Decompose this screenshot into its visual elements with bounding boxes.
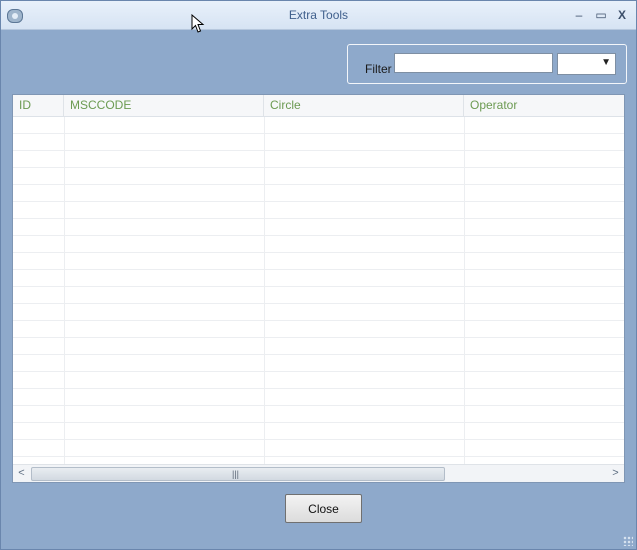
table-row[interactable] xyxy=(13,287,624,304)
grid-header: ID MSCCODE Circle Operator xyxy=(13,95,624,117)
table-row[interactable] xyxy=(13,236,624,253)
table-row[interactable] xyxy=(13,151,624,168)
column-divider xyxy=(264,117,265,464)
close-window-button[interactable]: X xyxy=(613,6,631,24)
table-row[interactable] xyxy=(13,389,624,406)
table-row[interactable] xyxy=(13,185,624,202)
table-row[interactable] xyxy=(13,440,624,457)
filter-input[interactable] xyxy=(394,53,553,73)
scroll-left-icon[interactable]: < xyxy=(13,465,30,482)
table-row[interactable] xyxy=(13,355,624,372)
column-divider xyxy=(64,117,65,464)
extra-tools-window: Extra Tools – ▭ X Filter ▼ ID MSCCODE Ci… xyxy=(0,0,637,550)
chevron-down-icon[interactable]: ▼ xyxy=(601,57,611,68)
table-row[interactable] xyxy=(13,321,624,338)
table-row[interactable] xyxy=(13,168,624,185)
column-header-circle[interactable]: Circle xyxy=(264,95,464,116)
mouse-pointer-icon xyxy=(191,14,205,33)
table-row[interactable] xyxy=(13,304,624,321)
scroll-right-icon[interactable]: > xyxy=(607,465,624,482)
scrollbar-thumb[interactable]: ||| xyxy=(31,467,445,481)
close-button[interactable]: Close xyxy=(285,494,362,523)
table-row[interactable] xyxy=(13,372,624,389)
resize-grip-icon[interactable] xyxy=(623,536,633,546)
filter-group: Filter ▼ xyxy=(347,44,627,84)
minimize-button[interactable]: – xyxy=(570,6,588,24)
grid-body[interactable] xyxy=(13,117,624,462)
window-title: Extra Tools xyxy=(288,8,349,22)
grip-icon: ||| xyxy=(232,469,240,479)
table-row[interactable] xyxy=(13,406,624,423)
table-row[interactable] xyxy=(13,134,624,151)
column-divider xyxy=(464,117,465,464)
table-row[interactable] xyxy=(13,117,624,134)
maximize-button[interactable]: ▭ xyxy=(592,6,610,24)
filter-label: Filter xyxy=(365,62,392,76)
table-row[interactable] xyxy=(13,338,624,355)
table-row[interactable] xyxy=(13,253,624,270)
table-row[interactable] xyxy=(13,270,624,287)
table-row[interactable] xyxy=(13,219,624,236)
column-header-operator[interactable]: Operator xyxy=(464,95,624,116)
table-row[interactable] xyxy=(13,202,624,219)
table-row[interactable] xyxy=(13,423,624,440)
column-header-id[interactable]: ID xyxy=(13,95,64,116)
horizontal-scrollbar[interactable]: < ||| > xyxy=(13,464,624,482)
data-grid[interactable]: ID MSCCODE Circle Operator < ||| > xyxy=(12,94,625,483)
title-bar[interactable]: Extra Tools – ▭ X xyxy=(1,1,636,30)
filter-dropdown[interactable]: ▼ xyxy=(557,53,616,75)
column-header-msccode[interactable]: MSCCODE xyxy=(64,95,264,116)
